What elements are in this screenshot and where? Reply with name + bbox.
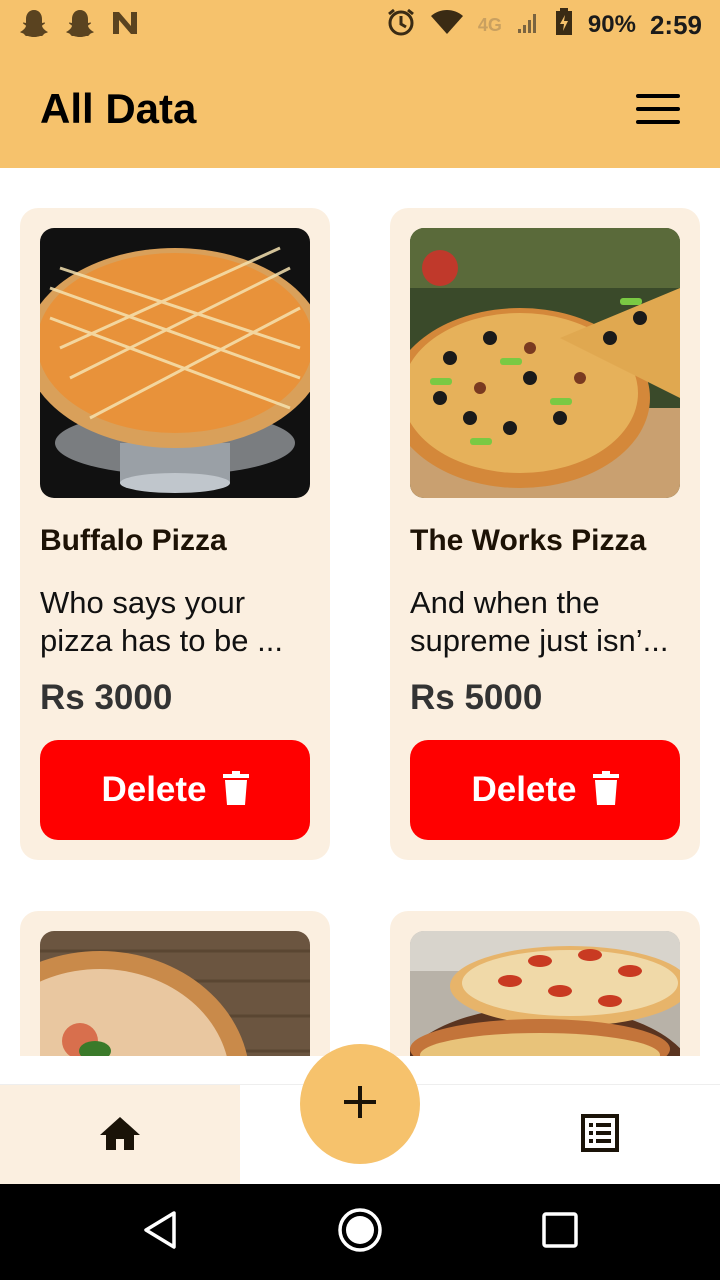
product-image [40, 228, 310, 498]
product-price: Rs 3000 [40, 678, 173, 717]
add-button[interactable] [300, 1044, 420, 1164]
delete-button[interactable]: Delete [40, 740, 310, 840]
home-system-button[interactable] [336, 1207, 384, 1258]
list-icon [581, 1113, 619, 1157]
product-name: The Works Pizza [410, 524, 647, 557]
menu-icon[interactable] [636, 94, 680, 124]
back-button[interactable] [136, 1208, 184, 1256]
delete-label: Delete [471, 770, 577, 809]
signal-icon [516, 9, 540, 42]
home-circle-icon [337, 1207, 383, 1258]
n-app-icon [110, 9, 140, 42]
plus-icon [342, 1084, 378, 1125]
product-description: Who says your pizza has to be ... [40, 585, 283, 658]
product-card[interactable]: The Works Pizza And when the supreme jus… [390, 208, 700, 860]
product-grid: Buffalo Pizza Who says your pizza has to… [0, 168, 720, 1056]
snapchat-icon [18, 8, 50, 43]
network-label: 4G [477, 14, 502, 35]
product-price: Rs 5000 [410, 678, 543, 717]
wifi-icon [430, 8, 464, 43]
delete-button[interactable]: Delete [410, 740, 680, 840]
product-image [410, 931, 680, 1056]
notification-icons [18, 8, 140, 43]
product-description: And when the supreme just isn’... [410, 585, 669, 658]
page-title: All Data [40, 85, 197, 132]
product-name: Buffalo Pizza [40, 524, 227, 557]
battery-percentage: 90% [587, 11, 636, 38]
recents-button[interactable] [536, 1208, 584, 1256]
product-card[interactable] [390, 911, 700, 1056]
product-card[interactable]: Buffalo Pizza Who says your pizza has to… [20, 208, 330, 860]
recents-square-icon [541, 1211, 579, 1254]
status-bar: 4G 90% 2:59 [0, 0, 720, 50]
product-image [410, 228, 680, 498]
trash-icon [222, 770, 249, 810]
nav-home[interactable] [0, 1085, 240, 1185]
trash-icon [592, 770, 619, 810]
home-icon [99, 1115, 141, 1156]
nav-list[interactable] [480, 1085, 720, 1185]
system-navigation-bar [0, 1184, 720, 1280]
back-triangle-icon [140, 1210, 180, 1255]
app-bar: All Data [0, 50, 720, 168]
clock-time: 2:59 [649, 9, 702, 40]
delete-label: Delete [101, 770, 207, 809]
alarm-icon [386, 7, 416, 44]
product-image [40, 931, 310, 1056]
system-status: 4G 90% 2:59 [386, 7, 702, 44]
battery-icon [554, 7, 574, 44]
product-card[interactable] [20, 911, 330, 1056]
snapchat-icon [64, 8, 96, 43]
